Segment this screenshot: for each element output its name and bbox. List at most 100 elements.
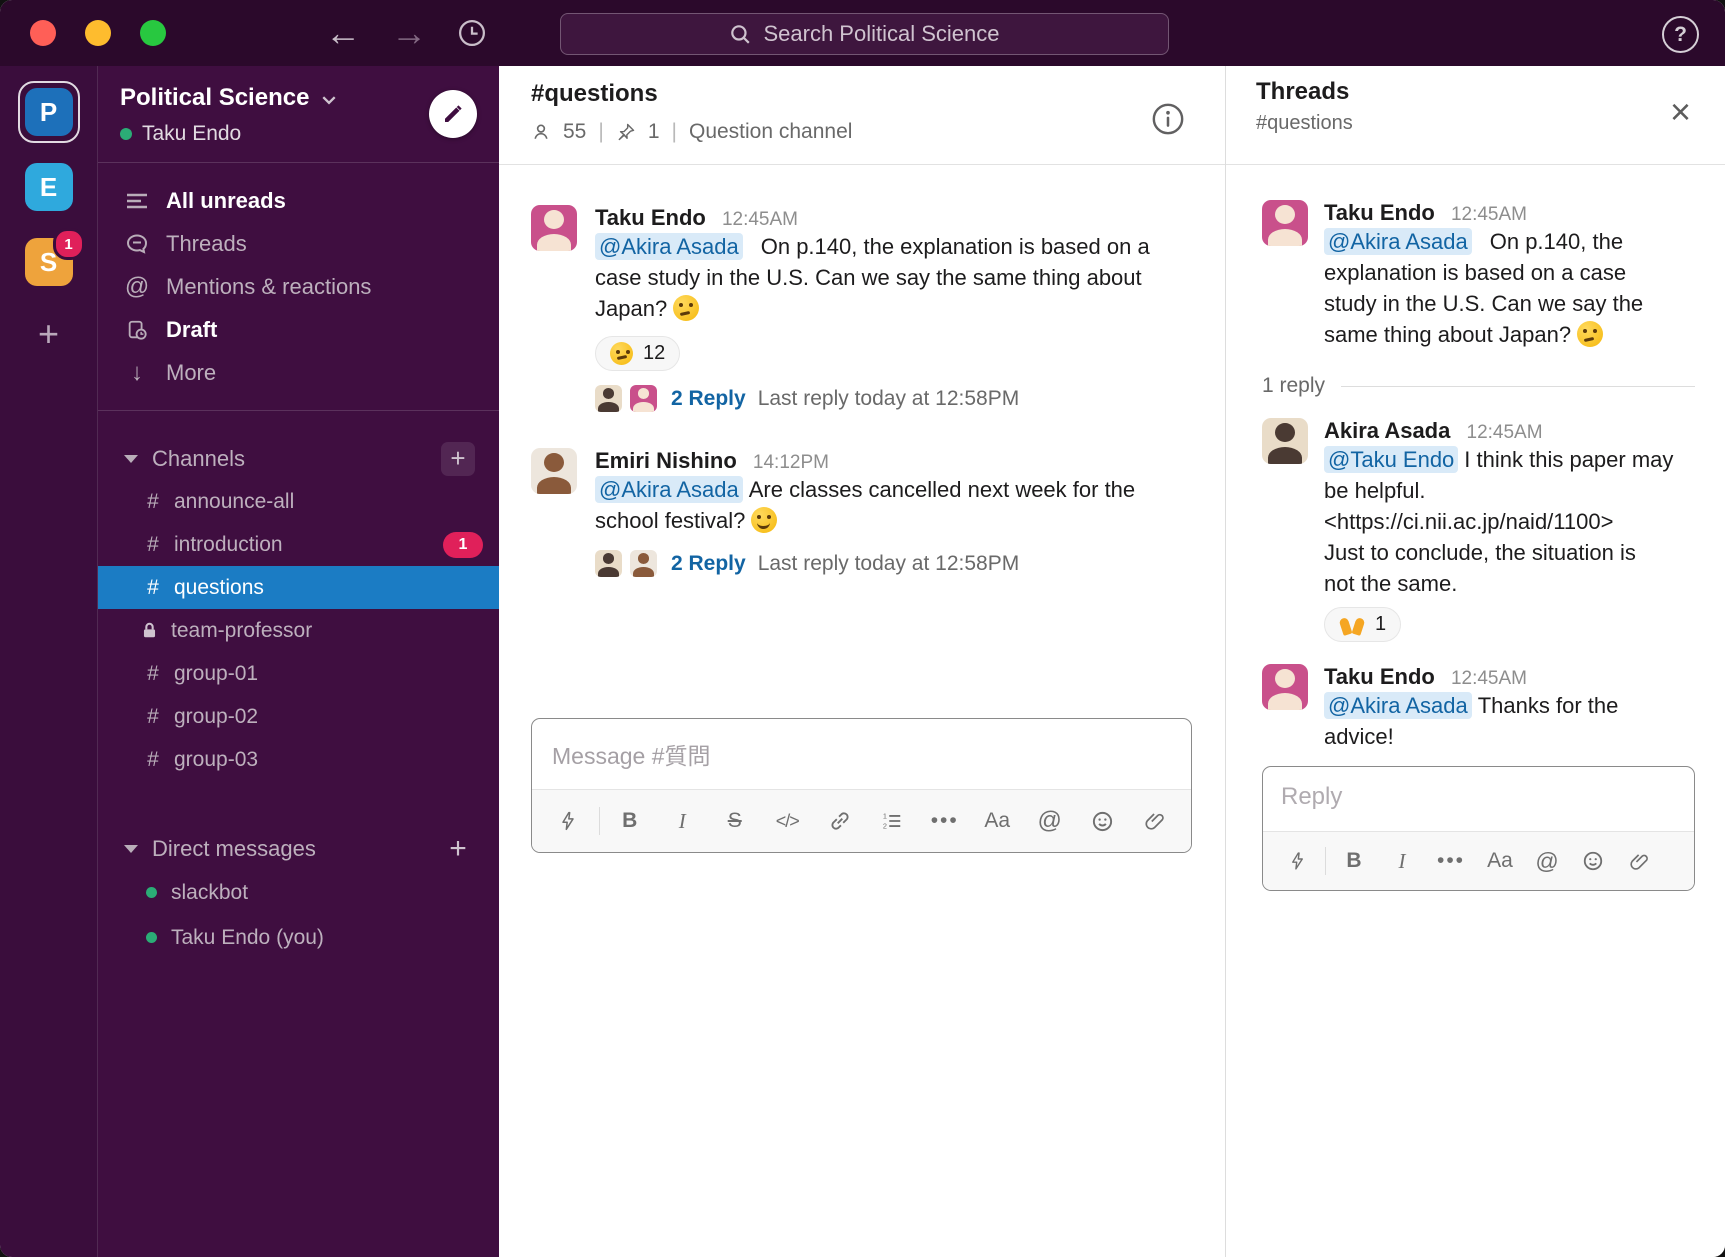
thread-summary[interactable]: 2 Reply Last reply today at 12:58PM <box>595 550 1135 577</box>
emoji-picker-icon[interactable] <box>1076 810 1129 833</box>
bold-button[interactable]: B <box>1330 849 1378 873</box>
workspace-menu[interactable]: Political Science <box>120 84 477 112</box>
message-time[interactable]: 12:45AM <box>1451 204 1527 225</box>
mention[interactable]: @Akira Asada <box>1324 228 1472 255</box>
dm-taku-endo[interactable]: Taku Endo (you) <box>98 915 499 960</box>
message-author[interactable]: Taku Endo <box>595 205 706 230</box>
text-format-button[interactable]: Aa <box>1476 849 1524 873</box>
current-user[interactable]: Taku Endo <box>120 122 477 146</box>
bold-button[interactable]: B <box>603 809 656 833</box>
thinking-face-emoji <box>673 295 699 321</box>
pin-icon[interactable] <box>616 122 636 142</box>
info-icon[interactable] <box>1151 102 1185 136</box>
mention-button[interactable]: @ <box>1524 848 1570 875</box>
add-dm-button[interactable]: + <box>441 832 475 866</box>
member-count[interactable]: 55 <box>563 120 586 144</box>
thread-panel: Threads #questions × Taku Endo 12:45AM @… <box>1226 66 1725 1257</box>
message-time[interactable]: 12:45AM <box>1451 668 1527 689</box>
message-input[interactable]: Message #質問 <box>532 719 1191 789</box>
presence-dot <box>146 887 157 898</box>
channels-section-header[interactable]: Channels + <box>98 437 499 480</box>
ordered-list-icon[interactable]: 12 <box>866 810 919 832</box>
avatar[interactable] <box>531 448 577 494</box>
italic-button[interactable]: I <box>656 809 709 834</box>
italic-button[interactable]: I <box>1378 849 1426 874</box>
new-message-button[interactable] <box>429 90 477 138</box>
mention[interactable]: @Akira Asada <box>595 476 743 503</box>
toolbar-divider <box>599 807 600 835</box>
sidebar-item-threads[interactable]: Threads <box>98 222 499 265</box>
shortcuts-lightning-icon[interactable] <box>542 809 595 833</box>
add-channel-button[interactable]: + <box>441 442 475 476</box>
sidebar-channel-team-professor[interactable]: team-professor <box>98 609 499 652</box>
emoji-picker-icon[interactable] <box>1570 850 1616 872</box>
close-window-button[interactable] <box>30 20 56 46</box>
zoom-window-button[interactable] <box>140 20 166 46</box>
message-time[interactable]: 12:45AM <box>1467 422 1543 443</box>
code-button[interactable]: </> <box>761 811 814 832</box>
attachment-paperclip-icon[interactable] <box>1616 851 1662 872</box>
reply-input[interactable]: Reply <box>1263 767 1694 831</box>
sidebar-channel-introduction[interactable]: # introduction 1 <box>98 523 499 566</box>
sidebar-item-mentions[interactable]: @ Mentions & reactions <box>98 265 499 308</box>
workspace-e[interactable]: E <box>25 163 73 211</box>
reply-input-placeholder: Reply <box>1281 783 1342 811</box>
dm-slackbot[interactable]: slackbot <box>98 870 499 915</box>
reaction-count: 1 <box>1375 613 1386 636</box>
sidebar-item-all-unreads[interactable]: All unreads <box>98 179 499 222</box>
more-options-icon[interactable]: ••• <box>918 809 971 833</box>
sidebar-channel-group-01[interactable]: # group-01 <box>98 652 499 695</box>
pin-count[interactable]: 1 <box>648 120 660 144</box>
reaction-pill[interactable]: 1 <box>1324 607 1401 642</box>
avatar[interactable] <box>531 205 577 251</box>
sidebar-channel-announce-all[interactable]: # announce-all <box>98 480 499 523</box>
sidebar-item-draft[interactable]: Draft <box>98 308 499 351</box>
mention-button[interactable]: @ <box>1023 807 1076 835</box>
avatar[interactable] <box>1262 200 1308 246</box>
minimize-window-button[interactable] <box>85 20 111 46</box>
message-time[interactable]: 14:12PM <box>753 452 829 473</box>
link-icon[interactable] <box>813 810 866 832</box>
message-author[interactable]: Taku Endo <box>1324 664 1435 689</box>
message-author[interactable]: Taku Endo <box>1324 200 1435 225</box>
sidebar-channel-group-03[interactable]: # group-03 <box>98 738 499 781</box>
workspace-political-science[interactable]: P <box>25 88 73 136</box>
mention[interactable]: @Akira Asada <box>595 233 743 260</box>
mention[interactable]: @Taku Endo <box>1324 446 1458 473</box>
message-time[interactable]: 12:45AM <box>722 209 798 230</box>
thread-summary[interactable]: 2 Reply Last reply today at 12:58PM <box>595 385 1150 412</box>
sidebar: Political Science Taku Endo <box>98 66 499 1257</box>
members-icon[interactable] <box>531 122 551 142</box>
attachment-paperclip-icon[interactable] <box>1128 810 1181 832</box>
add-workspace-button[interactable]: + <box>38 319 59 349</box>
search-input[interactable]: Search Political Science <box>560 13 1169 55</box>
raised-hands-emoji <box>1339 614 1365 636</box>
message-author[interactable]: Emiri Nishino <box>595 448 737 473</box>
avatar[interactable] <box>1262 418 1308 464</box>
close-icon[interactable]: × <box>1670 94 1691 130</box>
text-format-button[interactable]: Aa <box>971 809 1024 833</box>
mention[interactable]: @Akira Asada <box>1324 692 1472 719</box>
sidebar-header: Political Science Taku Endo <box>98 66 499 163</box>
channel-topic[interactable]: Question channel <box>689 120 852 144</box>
message-author[interactable]: Akira Asada <box>1324 418 1450 443</box>
channel-header: #questions 55 | 1 | Question channel <box>499 66 1225 165</box>
shortcuts-lightning-icon[interactable] <box>1273 850 1321 872</box>
reply-count-link[interactable]: 2 Reply <box>671 552 746 576</box>
sidebar-channel-questions[interactable]: # questions <box>98 566 499 609</box>
avatar[interactable] <box>1262 664 1308 710</box>
more-options-icon[interactable]: ••• <box>1426 849 1476 873</box>
forward-arrow-icon[interactable]: → <box>391 15 427 51</box>
back-arrow-icon[interactable]: ← <box>325 15 361 51</box>
workspace-s[interactable]: S 1 <box>25 238 73 286</box>
traffic-lights <box>30 20 166 46</box>
sidebar-item-more[interactable]: ↓ More <box>98 351 499 394</box>
reaction-pill[interactable]: 12 <box>595 336 680 371</box>
history-clock-icon[interactable] <box>457 18 487 48</box>
strikethrough-button[interactable]: S <box>708 809 761 833</box>
reply-count-link[interactable]: 2 Reply <box>671 387 746 411</box>
slack-window: ← → Search Political Science ? P E S 1 + <box>0 0 1725 1257</box>
dm-section-header[interactable]: Direct messages + <box>98 827 499 870</box>
sidebar-channel-group-02[interactable]: # group-02 <box>98 695 499 738</box>
help-icon[interactable]: ? <box>1662 16 1699 53</box>
